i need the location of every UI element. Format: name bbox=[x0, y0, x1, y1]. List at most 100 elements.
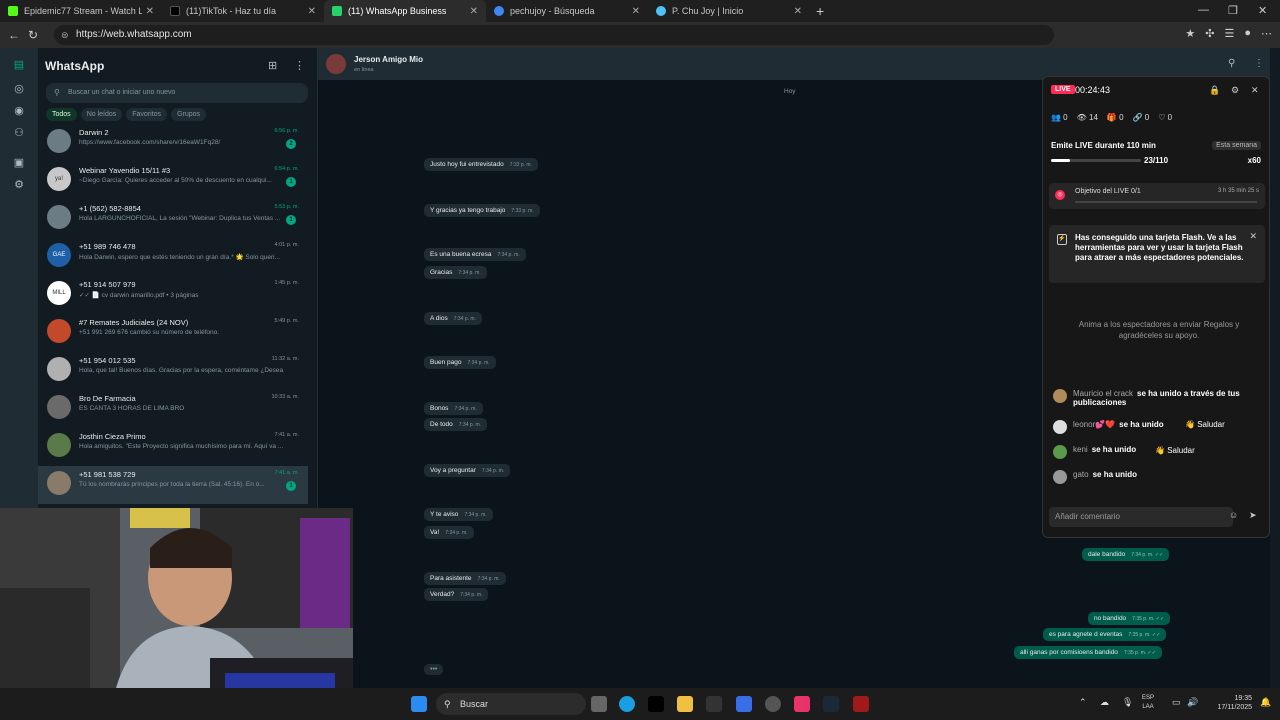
new-chat-icon[interactable]: ⊞ bbox=[268, 59, 277, 72]
status-icon[interactable]: ◎ bbox=[12, 82, 26, 96]
incoming-message[interactable]: Va! 7:34 p. m. bbox=[424, 526, 474, 539]
lock-icon[interactable]: 🔒 bbox=[1209, 85, 1220, 96]
chat-row[interactable]: +1 (562) 582-8854 Hola LARGUNCHOFICIAL, L… bbox=[38, 200, 308, 238]
reload-icon[interactable]: ↻ bbox=[28, 28, 38, 42]
file-explorer-icon[interactable] bbox=[677, 696, 693, 712]
chat-preview: Hola Darwin, espero que estés teniendo u… bbox=[79, 254, 281, 261]
chat-row[interactable]: +51 981 538 729 Tú los nombrarás príncipe… bbox=[38, 466, 308, 504]
send-icon[interactable]: ➤ bbox=[1249, 510, 1257, 521]
outgoing-message[interactable]: dale bandido 7:34 p. m. ✓✓ bbox=[1082, 548, 1170, 561]
chat-time: 4:01 p. m. bbox=[274, 242, 299, 248]
tab-whatsapp[interactable]: (11) WhatsApp Business ✕ bbox=[324, 0, 486, 22]
notifications-icon[interactable]: 🔔 bbox=[1260, 697, 1271, 708]
channels-icon[interactable]: ◉ bbox=[12, 104, 26, 118]
filter-favorites[interactable]: Favoritos bbox=[126, 108, 168, 121]
incoming-message[interactable]: Bonos 7:34 p. m. bbox=[424, 402, 483, 415]
new-tab-button[interactable]: + bbox=[816, 3, 824, 19]
tab-kick[interactable]: Epidemic77 Stream - Watch Live✕ bbox=[0, 0, 162, 22]
xbox-icon[interactable] bbox=[706, 696, 722, 712]
more-menu-icon[interactable]: ⋯ bbox=[1261, 27, 1272, 40]
outgoing-message[interactable]: alli ganas por comisioens bandido 7:35 p.… bbox=[1014, 646, 1162, 659]
communities-icon[interactable]: ⚇ bbox=[12, 126, 26, 140]
contact-avatar[interactable] bbox=[326, 54, 346, 74]
steam-icon[interactable] bbox=[823, 696, 839, 712]
close-icon[interactable]: ✕ bbox=[1251, 85, 1259, 96]
incoming-message[interactable]: Y gracias ya tengo trabajo 7:33 p. m. bbox=[424, 204, 540, 217]
extensions-icon[interactable]: ✣ bbox=[1205, 27, 1214, 40]
favorite-star-icon[interactable]: ★ bbox=[1185, 27, 1195, 40]
microphone-icon[interactable]: 🎙 bbox=[1122, 697, 1133, 708]
chat-row[interactable]: #7 Remates Judiciales (24 NOV) +51 991 26… bbox=[38, 314, 308, 352]
incoming-message[interactable]: De todo 7:34 p. m. bbox=[424, 418, 488, 431]
tiktok-studio-icon[interactable] bbox=[794, 696, 810, 712]
incoming-message[interactable]: Buen pago 7:34 p. m. bbox=[424, 356, 496, 369]
task-view-icon[interactable] bbox=[591, 696, 607, 712]
minimize-button[interactable]: — bbox=[1198, 4, 1209, 16]
back-icon[interactable]: ← bbox=[8, 28, 20, 42]
settings-icon[interactable]: ⚙ bbox=[1231, 85, 1239, 96]
incoming-message[interactable]: A dios 7:34 p. m. bbox=[424, 312, 482, 325]
chat-row[interactable]: +51 954 012 535 Hola, que tal! Buenos día… bbox=[38, 352, 308, 390]
edge-icon[interactable] bbox=[619, 696, 635, 712]
catalog-icon[interactable]: ▣ bbox=[12, 156, 26, 170]
salute-button[interactable]: 👋 Saludar bbox=[1185, 420, 1225, 434]
live-objective[interactable]: ◎ Objetivo del LIVE 0/1 3 h 35 min 25 s bbox=[1049, 183, 1265, 209]
chat-row[interactable]: Darwin 2 https://www.facebook.com/share/v… bbox=[38, 124, 308, 162]
chat-row[interactable]: GAE +51 989 746 478 Hola Darwin, espero qu… bbox=[38, 238, 308, 276]
chat-row[interactable]: Bro De Farmacia ES CANTA 3 HORAS DE LIMA … bbox=[38, 390, 308, 428]
outgoing-message[interactable]: es para agnete d eventas 7:35 p. m. ✓✓ bbox=[1043, 628, 1167, 641]
onedrive-icon[interactable]: ☁ bbox=[1100, 697, 1109, 708]
comment-input[interactable]: Añadir comentario bbox=[1049, 507, 1233, 527]
incoming-message[interactable]: Justo hoy fui entrevistado 7:33 p. m. bbox=[424, 158, 538, 171]
search-icon[interactable]: ⚲ bbox=[1228, 58, 1235, 69]
incoming-message[interactable]: Es una buena ecresa 7:34 p. m. bbox=[424, 248, 526, 261]
emoji-icon[interactable]: ☺ bbox=[1229, 510, 1238, 520]
tiktok-icon[interactable] bbox=[648, 696, 664, 712]
tab-search[interactable]: pechujoy - Búsqueda ✕ bbox=[486, 0, 648, 22]
menu-icon[interactable]: ⋮ bbox=[294, 59, 305, 72]
incoming-message[interactable]: Para asistente 7:34 p. m. bbox=[424, 572, 506, 585]
network-icon[interactable]: ▭ bbox=[1172, 697, 1181, 708]
filter-unread[interactable]: No leídos bbox=[80, 108, 123, 121]
incoming-message[interactable]: Y te aviso 7:34 p. m. bbox=[424, 508, 493, 521]
close-tab-icon[interactable]: ✕ bbox=[794, 6, 802, 17]
close-window-button[interactable]: ✕ bbox=[1258, 4, 1267, 17]
incoming-message[interactable]: Gracias 7:34 p. m. bbox=[424, 266, 487, 279]
filter-groups[interactable]: Grupos bbox=[171, 108, 207, 121]
goal-period[interactable]: Esta semana bbox=[1212, 141, 1261, 150]
menu-icon[interactable]: ⋮ bbox=[1254, 58, 1264, 69]
app-icon[interactable] bbox=[853, 696, 869, 712]
close-tab-icon[interactable]: ✕ bbox=[146, 6, 154, 17]
tab-chujoy[interactable]: P. Chu Joy | Inicio ✕ bbox=[648, 0, 810, 22]
chat-row[interactable]: MILL +51 914 507 979 ✓✓ 📄 cv darwin amaril… bbox=[38, 276, 308, 314]
site-info-icon[interactable]: ⊜ bbox=[61, 25, 69, 45]
tab-tiktok[interactable]: (11)TikTok - Haz tu día ✕ bbox=[162, 0, 324, 22]
close-tab-icon[interactable]: ✕ bbox=[632, 6, 640, 17]
chevron-up-icon[interactable]: ⌃ bbox=[1079, 697, 1087, 708]
contact-name[interactable]: Jerson Amigo Mio bbox=[354, 55, 423, 64]
filter-all[interactable]: Todos bbox=[46, 108, 77, 121]
profile-avatar[interactable]: ● bbox=[1244, 27, 1251, 40]
volume-icon[interactable]: 🔊 bbox=[1187, 697, 1198, 708]
chats-icon[interactable]: ▤ bbox=[12, 58, 26, 72]
language-indicator[interactable]: ESP LAA bbox=[1142, 694, 1154, 712]
clock[interactable]: 19:35 17/11/2025 bbox=[1200, 694, 1252, 712]
incoming-message[interactable]: Verdad? 7:34 p. m. bbox=[424, 588, 489, 601]
maximize-button[interactable]: ❐ bbox=[1228, 4, 1238, 17]
tools-icon[interactable]: ⚙ bbox=[12, 178, 26, 192]
close-icon[interactable]: ✕ bbox=[1249, 231, 1257, 242]
close-tab-icon[interactable]: ✕ bbox=[308, 6, 316, 17]
salute-button[interactable]: 👋 Saludar bbox=[1155, 446, 1195, 460]
close-tab-icon[interactable]: ✕ bbox=[470, 6, 478, 17]
chat-row[interactable]: ya! Webinar Yavendio 15/11 #3 ~Diego Garcí… bbox=[38, 162, 308, 200]
incoming-message[interactable]: Voy a preguntar 7:34 p. m. bbox=[424, 464, 511, 477]
outgoing-message[interactable]: no bandido 7:35 p. m. ✓✓ bbox=[1088, 612, 1171, 625]
search-input[interactable]: ⚲ Buscar un chat o iniciar uno nuevo bbox=[46, 83, 308, 103]
start-button[interactable] bbox=[411, 696, 427, 712]
taskbar-search[interactable]: ⚲ Buscar bbox=[436, 693, 586, 715]
app-icon[interactable] bbox=[765, 696, 781, 712]
url-field[interactable]: ⊜ https://web.whatsapp.com bbox=[54, 25, 1054, 45]
chat-row[interactable]: Josthin Cieza Primo Hola amiguitos. "Este… bbox=[38, 428, 308, 466]
store-icon[interactable] bbox=[736, 696, 752, 712]
collections-icon[interactable]: ☰ bbox=[1224, 27, 1234, 40]
